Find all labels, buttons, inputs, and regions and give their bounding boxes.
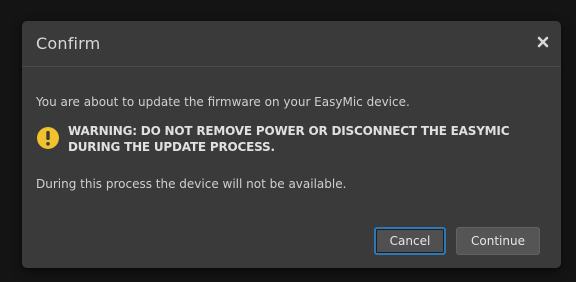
warning-icon [37,127,59,149]
warning-line-2: DURING THE UPDATE PROCESS. [68,140,275,154]
close-icon [537,36,549,48]
intro-text: You are about to update the firmware on … [36,95,410,109]
dialog-header: Confirm [22,21,561,67]
warning-text: WARNING: DO NOT REMOVE POWER OR DISCONNE… [68,123,510,155]
cancel-button[interactable]: Cancel [374,227,446,255]
confirm-dialog: Confirm You are about to update the firm… [22,21,561,268]
warning-message: WARNING: DO NOT REMOVE POWER OR DISCONNE… [36,123,536,155]
note-text: During this process the device will not … [36,177,347,191]
continue-button[interactable]: Continue [456,227,540,255]
dialog-title: Confirm [36,34,101,53]
close-button[interactable] [533,32,553,52]
warning-line-1: WARNING: DO NOT REMOVE POWER OR DISCONNE… [68,124,510,138]
